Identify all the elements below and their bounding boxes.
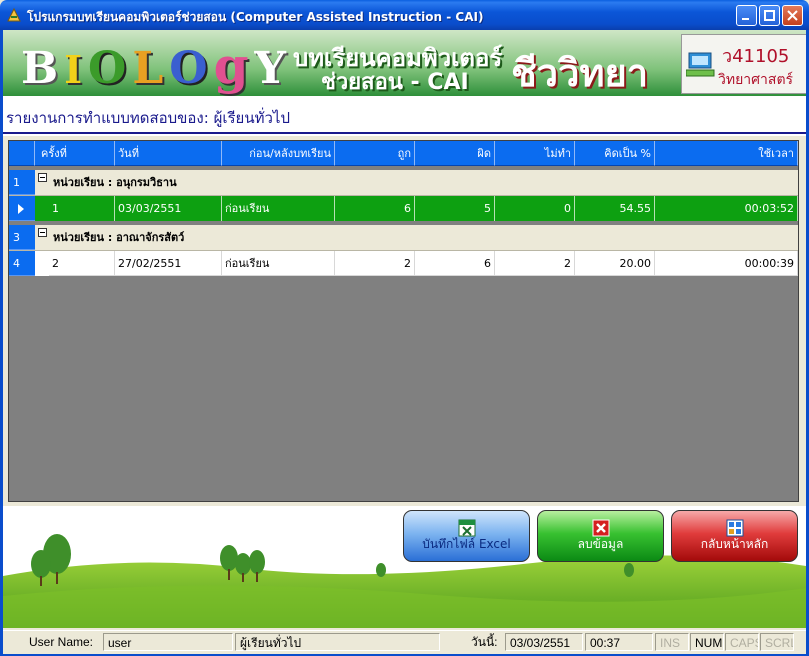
close-icon [787,10,798,21]
col-header-time[interactable]: ใช้เวลา [655,141,798,166]
cell-skipped[interactable]: 2 [495,251,575,276]
col-header-wrong[interactable]: ผิด [415,141,495,166]
time-value: 00:37 [585,633,653,651]
cell-date[interactable]: 03/03/2551 [115,196,222,221]
table-row-selected[interactable]: 1 03/03/2551 ก่อนเรียน 6 5 0 54.55 00:03… [9,196,798,221]
status-bar: User Name: user ผู้เรียนทั่วไป วันนี้: 0… [3,630,806,654]
logo-letter: O [169,43,210,94]
col-header-date[interactable]: วันที่ [115,141,222,166]
title-bar[interactable]: โปรแกรมบทเรียนคอมพิวเตอร์ช่วยสอน (Comput… [0,0,809,30]
delete-label: ลบข้อมูล [577,537,624,551]
cell-attempt[interactable]: 2 [49,251,115,276]
minimize-icon [742,18,749,20]
cell-date[interactable]: 27/02/2551 [115,251,222,276]
cell-skipped[interactable]: 0 [495,196,575,221]
app-icon [7,7,21,22]
home-button[interactable]: กลับหน้าหลัก [671,510,798,562]
header-banner: B IOLOgY บทเรียนคอมพิวเตอร์ ช่วยสอน - CAI… [3,30,806,96]
logo-letter: O [87,43,129,94]
table-row[interactable]: 4 2 27/02/2551 ก่อนเรียน 2 6 2 20.00 00:… [9,251,798,276]
username-value: user [103,633,233,651]
col-header-percent[interactable]: คิดเป็น % [575,141,655,166]
maximize-button[interactable] [759,5,780,26]
grid-header: ครั้งที่ วันที่ ก่อน/หลังบทเรียน ถูก ผิด… [9,141,798,166]
cell-pre-post[interactable]: ก่อนเรียน [222,251,335,276]
header-corner [9,141,35,166]
window-title: โปรแกรมบทเรียนคอมพิวเตอร์ช่วยสอน (Comput… [27,10,484,24]
cell-time[interactable]: 00:00:39 [655,251,798,276]
logo-letter: g [213,36,251,95]
report-title: รายงานการทำแบบทดสอบของ: ผู้เรียนทั่วไป [6,109,290,127]
results-grid[interactable]: ครั้งที่ วันที่ ก่อน/หลังบทเรียน ถูก ผิด… [8,140,799,502]
row-number: 1 [9,170,35,195]
cell-wrong[interactable]: 5 [415,196,495,221]
col-header-correct[interactable]: ถูก [335,141,415,166]
col-header-attempt[interactable]: ครั้งที่ [35,141,115,166]
caps-indicator: CAPS [725,633,759,651]
logo-letter: Y [254,43,288,94]
ins-indicator: INS [655,633,689,651]
row-pointer-icon [18,204,24,214]
row-indicator [9,196,35,221]
report-divider [3,132,806,134]
cell-percent[interactable]: 20.00 [575,251,655,276]
course-code: ว41105 [722,46,790,67]
cell-attempt[interactable]: 1 [49,196,115,221]
collapse-icon[interactable] [38,228,47,237]
cell-time[interactable]: 00:03:52 [655,196,798,221]
home-label: กลับหน้าหลัก [700,537,769,551]
user-type: ผู้เรียนทั่วไป [235,633,440,651]
row-number: 3 [9,225,35,250]
save-excel-button[interactable]: บันทึกไฟล์ Excel [403,510,530,562]
logo-letter: L [132,43,166,94]
num-indicator: NUM [690,633,724,651]
group-row[interactable]: 1 หน่วยเรียน : อนุกรมวิธาน [9,170,798,196]
row-number: 4 [9,251,35,276]
group-label: หน่วยเรียน : อนุกรมวิธาน [53,176,177,189]
biology-logo: B IOLOgY [19,36,290,95]
close-button[interactable] [782,5,803,26]
logo-letter: I [64,47,84,92]
cell-correct[interactable]: 2 [335,251,415,276]
save-excel-label: บันทึกไฟล์ Excel [422,537,511,551]
username-label: User Name: [29,635,94,649]
maximize-icon [764,10,775,21]
minimize-button[interactable] [736,5,757,26]
cell-percent[interactable]: 54.55 [575,196,655,221]
group-row[interactable]: 3 หน่วยเรียน : อาณาจักรสัตว์ [9,225,798,251]
date-label: วันนี้: [471,635,498,649]
cell-pre-post[interactable]: ก่อนเรียน [222,196,335,221]
course-group: วิทยาศาสตร์ [718,72,794,88]
banner-subject: ชีววิทยา [511,51,649,95]
logo-letter: B [21,43,61,94]
computer-icon [686,52,715,77]
cell-correct[interactable]: 6 [335,196,415,221]
date-value: 03/03/2551 [505,633,583,651]
scroll-indicator: SCRL [760,633,794,651]
col-header-skipped[interactable]: ไม่ทำ [495,141,575,166]
delete-button[interactable]: ลบข้อมูล [537,510,664,562]
cell-wrong[interactable]: 6 [415,251,495,276]
group-label: หน่วยเรียน : อาณาจักรสัตว์ [53,231,185,244]
course-badge: ว41105 วิทยาศาสตร์ [681,34,806,94]
collapse-icon[interactable] [38,173,47,182]
banner-subtitle-2: ช่วยสอน - CAI [321,70,469,95]
col-header-pre-post[interactable]: ก่อน/หลังบทเรียน [222,141,335,166]
